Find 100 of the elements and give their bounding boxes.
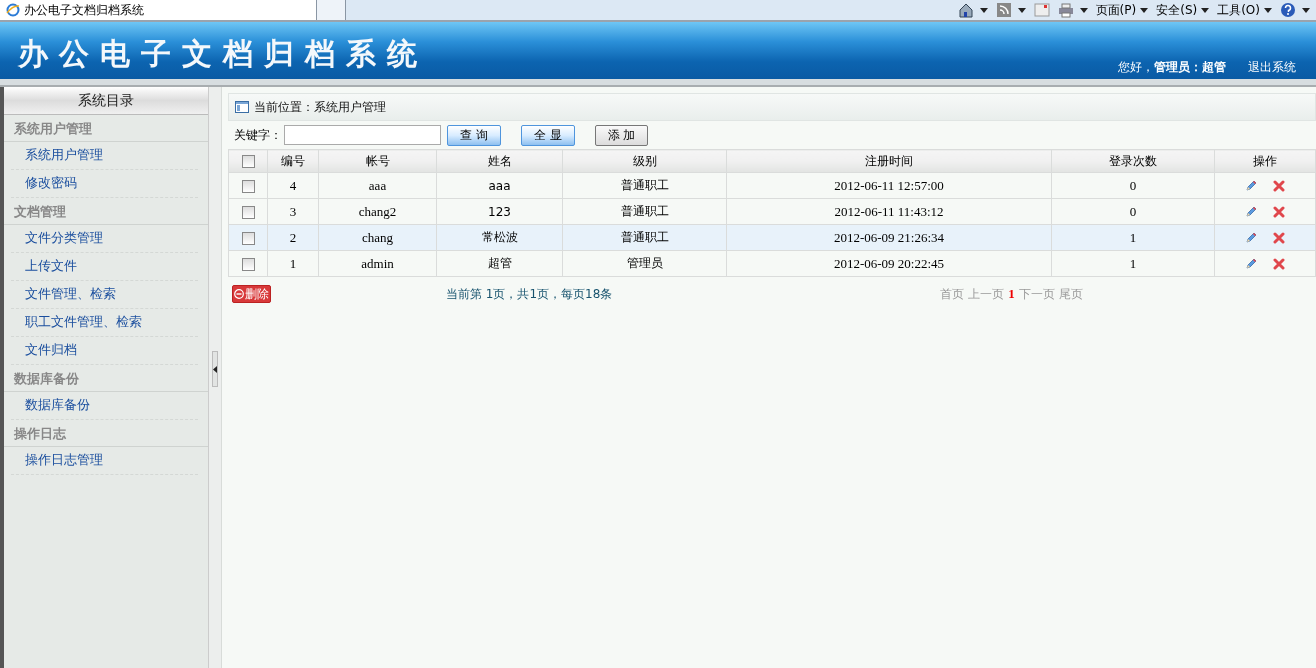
caret-icon [979,7,988,13]
table-cell: 2012-06-11 11:43:12 [726,198,1052,225]
browser-menu[interactable]: 安全(S) [1156,1,1210,19]
row-checkbox[interactable] [241,231,255,245]
feed-icon [995,2,1012,18]
pencil-icon [1245,206,1257,218]
breadcrumb-text: 当前位置：系统用户管理 [254,98,386,116]
printer-button[interactable] [1057,2,1088,18]
keyword-field[interactable] [284,125,441,145]
row-checkbox[interactable] [241,155,255,168]
table-cell: 0 [1051,172,1215,199]
table-cell: admin [318,250,437,277]
delete-button[interactable] [1273,180,1285,192]
cross-icon [1273,232,1285,244]
logout-link[interactable]: 退出系统 [1248,59,1296,76]
mail-icon [1033,2,1050,18]
table-cell: 4 [267,172,319,199]
table-cell: 2012-06-11 12:57:00 [726,172,1052,199]
table-cell: 普通职工 [562,224,727,251]
edit-button[interactable] [1245,232,1257,244]
column-header: 操作 [1214,149,1316,173]
table-cell: 2012-06-09 20:22:45 [726,250,1052,277]
table-cell: 2012-06-09 21:26:34 [726,224,1052,251]
browser-menu[interactable]: 工具(O) [1217,1,1272,19]
system-title: 办公电子文档归档系统 [17,35,428,73]
edit-button[interactable] [1245,180,1257,192]
sidebar-item[interactable]: 修改密码 [11,174,198,198]
pager-link[interactable]: 1 [1008,285,1015,303]
home-icon [957,2,974,18]
row-checkbox[interactable] [241,257,255,271]
keyword-label: 关键字： [234,126,282,144]
column-header: 帐号 [318,149,437,173]
table-cell: 普通职工 [562,198,727,225]
table-cell: 1 [1051,224,1215,251]
table-cell: 3 [267,198,319,225]
table-cell: 0 [1051,198,1215,225]
table-cell: chang2 [318,198,437,225]
table-cell: 超管 [436,250,563,277]
delete-button[interactable] [1273,258,1285,270]
table-cell: 2 [267,224,319,251]
caret-icon [1201,7,1210,13]
table-cell: aaa [318,172,437,199]
delete-button[interactable] [1273,206,1285,218]
page-info-text: 当前第 1页，共1页，每页18条 [446,285,613,303]
toolbar-button[interactable]: 全 显 [520,124,575,146]
table-cell: 1 [267,250,319,277]
cross-icon [1273,206,1285,218]
toolbar-button[interactable]: 添 加 [594,124,649,146]
sidebar-item[interactable]: 系统用户管理 [11,146,198,170]
cross-icon [1273,180,1285,192]
sidebar-item[interactable]: 数据库备份 [11,396,198,420]
printer-icon [1057,2,1074,18]
column-header: 姓名 [436,149,563,173]
home-button[interactable] [957,2,988,18]
row-checkbox[interactable] [241,179,255,193]
caret-icon [1302,7,1310,13]
table-cell: aaa [436,172,563,199]
column-header: 编号 [267,149,319,173]
cross-icon [1273,258,1285,270]
table-cell: 常松波 [436,224,563,251]
sidebar-item[interactable]: 操作日志管理 [11,451,198,475]
panel-icon [235,101,249,113]
minus-circle-icon [234,289,244,299]
table-cell: 123 [436,198,563,225]
edit-button[interactable] [1245,258,1257,270]
sidebar-item[interactable]: 文件管理、检索 [11,285,198,309]
caret-icon [1079,7,1088,13]
caret-icon [1264,7,1272,13]
new-tab-button[interactable] [317,0,346,20]
browser-logo-icon [6,3,20,17]
help-icon [1280,2,1296,18]
pencil-icon [1245,232,1257,244]
table-cell: chang [318,224,437,251]
table-cell: 普通职工 [562,172,727,199]
browser-menu[interactable]: 页面(P) [1095,1,1149,19]
column-header: 级别 [562,149,727,173]
sidebar-item[interactable]: 职工文件管理、检索 [11,313,198,337]
row-checkbox[interactable] [241,205,255,219]
collapse-handle[interactable] [212,351,218,387]
table-cell: 1 [1051,250,1215,277]
caret-icon [1017,7,1026,13]
table-cell: 管理员 [562,250,727,277]
edit-button[interactable] [1245,206,1257,218]
delete-button[interactable] [1273,232,1285,244]
toolbar-button[interactable]: 查 询 [447,124,501,146]
sidebar-item[interactable]: 上传文件 [11,257,198,281]
browser-tab[interactable]: 办公电子文档归档系统 [0,0,317,20]
feed-button[interactable] [995,2,1026,18]
greeting-text: 您好，管理员：超管 [1118,59,1226,76]
help-button[interactable] [1280,2,1310,18]
delete-selected-button[interactable]: 删除 [232,285,271,303]
column-header: 登录次数 [1051,149,1215,173]
pencil-icon [1245,258,1257,270]
sidebar-title: 系统目录 [4,87,208,115]
caret-icon [1140,7,1149,13]
sidebar-item[interactable]: 文件分类管理 [11,229,198,253]
column-header: 注册时间 [726,149,1052,173]
collapse-arrow-icon [213,365,217,373]
pencil-icon [1245,180,1257,192]
sidebar-item[interactable]: 文件归档 [11,341,198,365]
